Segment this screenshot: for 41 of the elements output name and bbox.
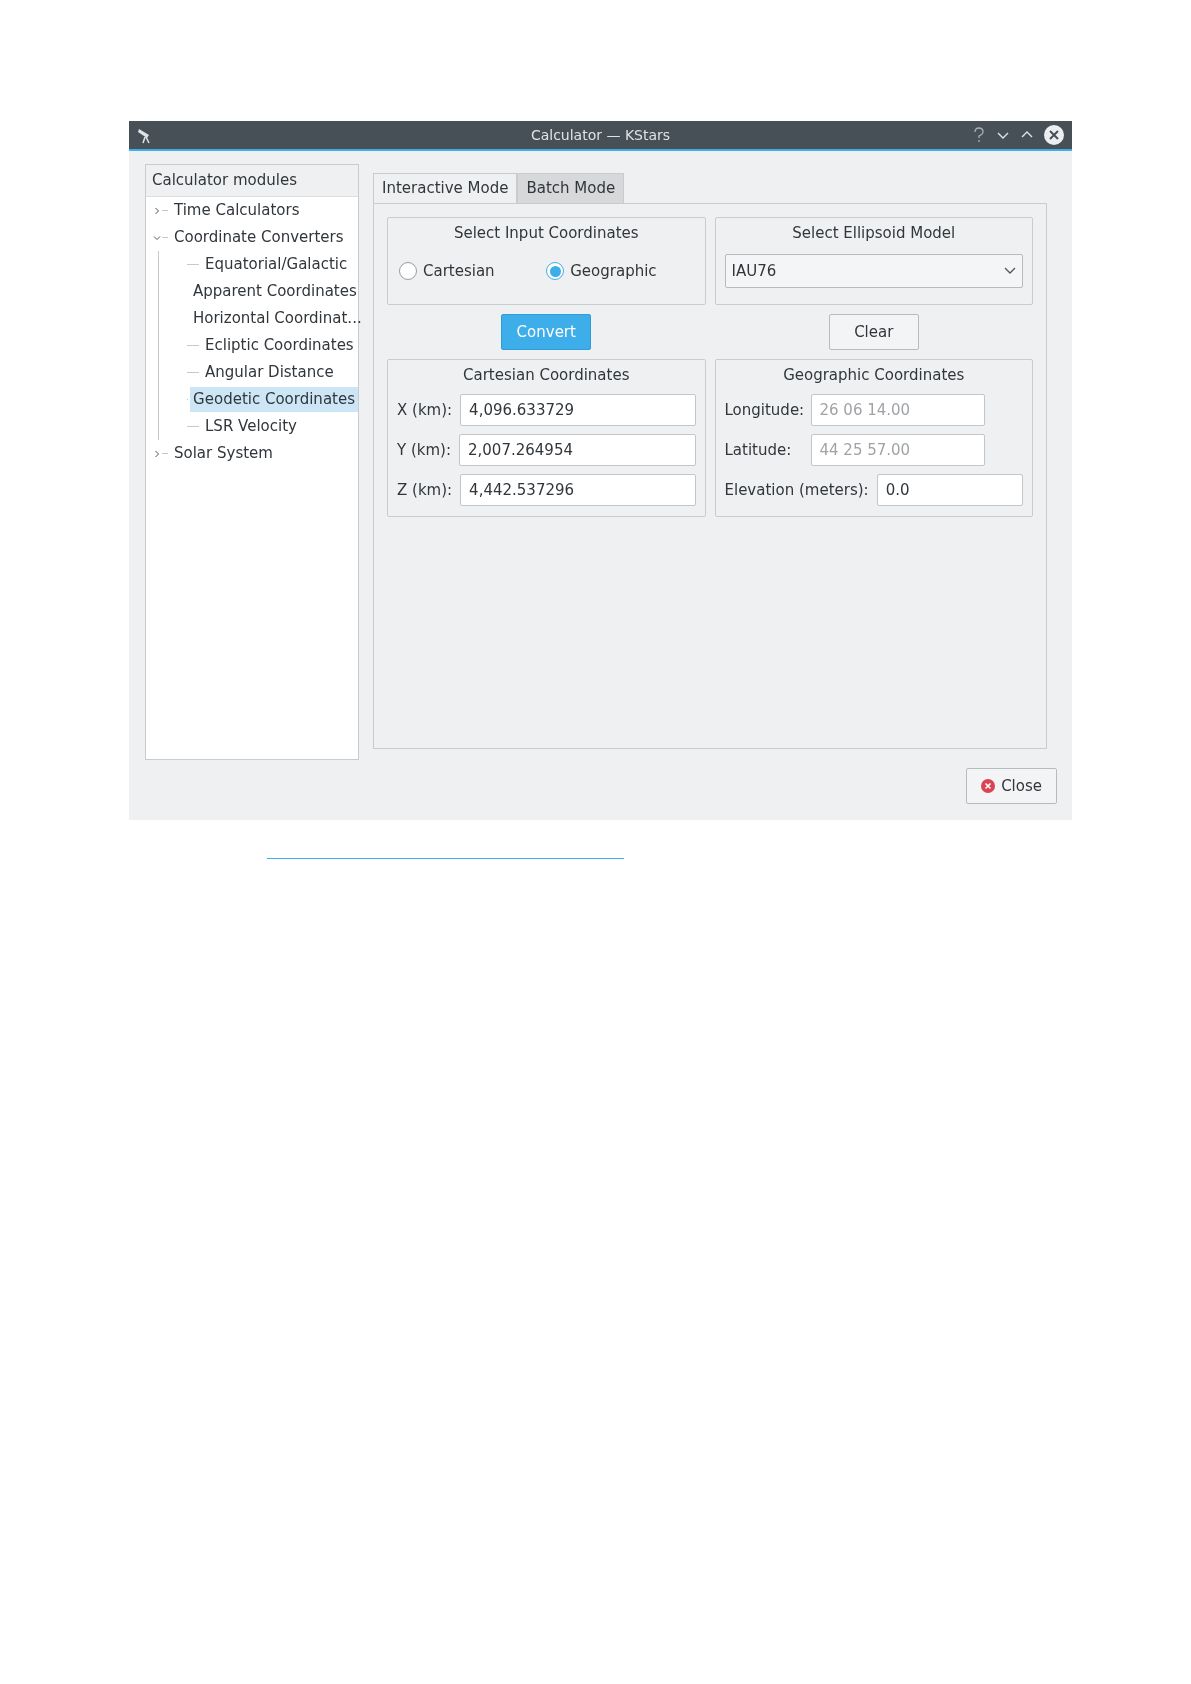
- field-label: Longitude:: [724, 399, 803, 421]
- tab[interactable]: Interactive Mode: [373, 173, 518, 203]
- field-label: Latitude:: [724, 439, 793, 461]
- window-title: Calculator — KStars: [530, 125, 671, 145]
- tree-item[interactable]: LSR Velocity: [202, 414, 300, 439]
- radio-button[interactable]: [546, 262, 565, 280]
- clear-button[interactable]: Clear: [828, 314, 919, 350]
- input-field[interactable]: 4,096.633729: [460, 394, 696, 426]
- tree-item[interactable]: Ecliptic Coordinates: [202, 333, 357, 358]
- tree-item[interactable]: Solar System: [171, 441, 276, 466]
- tree-item[interactable]: Horizontal Coordinat...: [190, 306, 365, 331]
- tree-item[interactable]: Geodetic Coordinates: [190, 387, 358, 412]
- tree-item[interactable]: Coordinate Converters: [171, 225, 347, 250]
- close-icon[interactable]: [1044, 125, 1064, 145]
- tree-item[interactable]: Equatorial/Galactic: [202, 252, 351, 277]
- radio-label: Geographic: [570, 260, 657, 282]
- field-label: Elevation (meters):: [724, 479, 869, 501]
- help-icon[interactable]: [972, 127, 986, 143]
- group-title: Select Input Coordinates: [452, 222, 640, 244]
- chevron-right-icon[interactable]: [152, 448, 162, 459]
- sidebar-header: Calculator modules: [146, 165, 358, 197]
- radio-button[interactable]: [399, 262, 417, 280]
- radio-label: Cartesian: [423, 260, 495, 282]
- field-label: Y (km):: [397, 439, 451, 461]
- chevron-down-icon: [1004, 267, 1016, 275]
- input-field[interactable]: 0.0: [876, 474, 1023, 506]
- tab[interactable]: Batch Mode: [517, 173, 625, 203]
- field-label: Z (km):: [397, 479, 453, 501]
- tree-item[interactable]: Angular Distance: [202, 360, 337, 385]
- group-title: Geographic Coordinates: [782, 364, 966, 386]
- group-title: Select Ellipsoid Model: [791, 222, 957, 244]
- tree-item[interactable]: Time Calculators: [171, 198, 303, 223]
- ellipsoid-dropdown[interactable]: IAU76: [724, 254, 1023, 288]
- close-button[interactable]: Close: [966, 768, 1057, 804]
- close-icon: [981, 779, 996, 793]
- chevron-right-icon[interactable]: [152, 205, 162, 216]
- input-field[interactable]: 2,007.264954: [459, 434, 696, 466]
- field-label: X (km):: [397, 399, 453, 421]
- group-title: Cartesian Coordinates: [462, 364, 631, 386]
- tree-item[interactable]: Apparent Coordinates: [190, 279, 360, 304]
- input-field[interactable]: 4,442.537296: [460, 474, 696, 506]
